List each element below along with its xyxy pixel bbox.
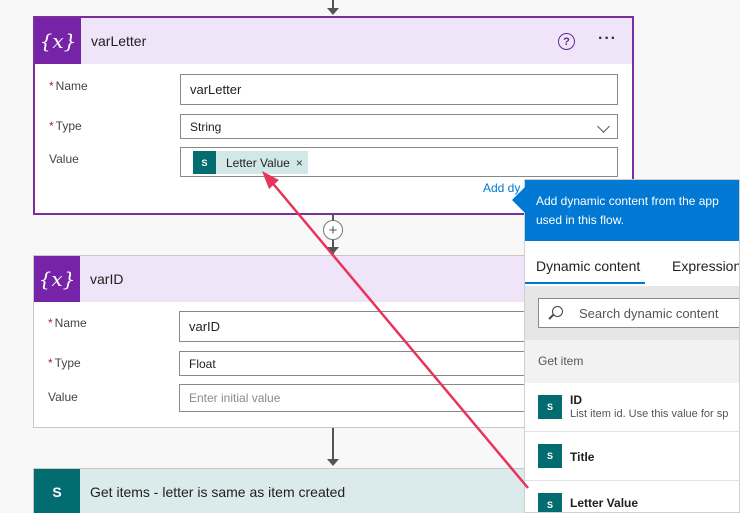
annotation-arrow [262,171,529,489]
